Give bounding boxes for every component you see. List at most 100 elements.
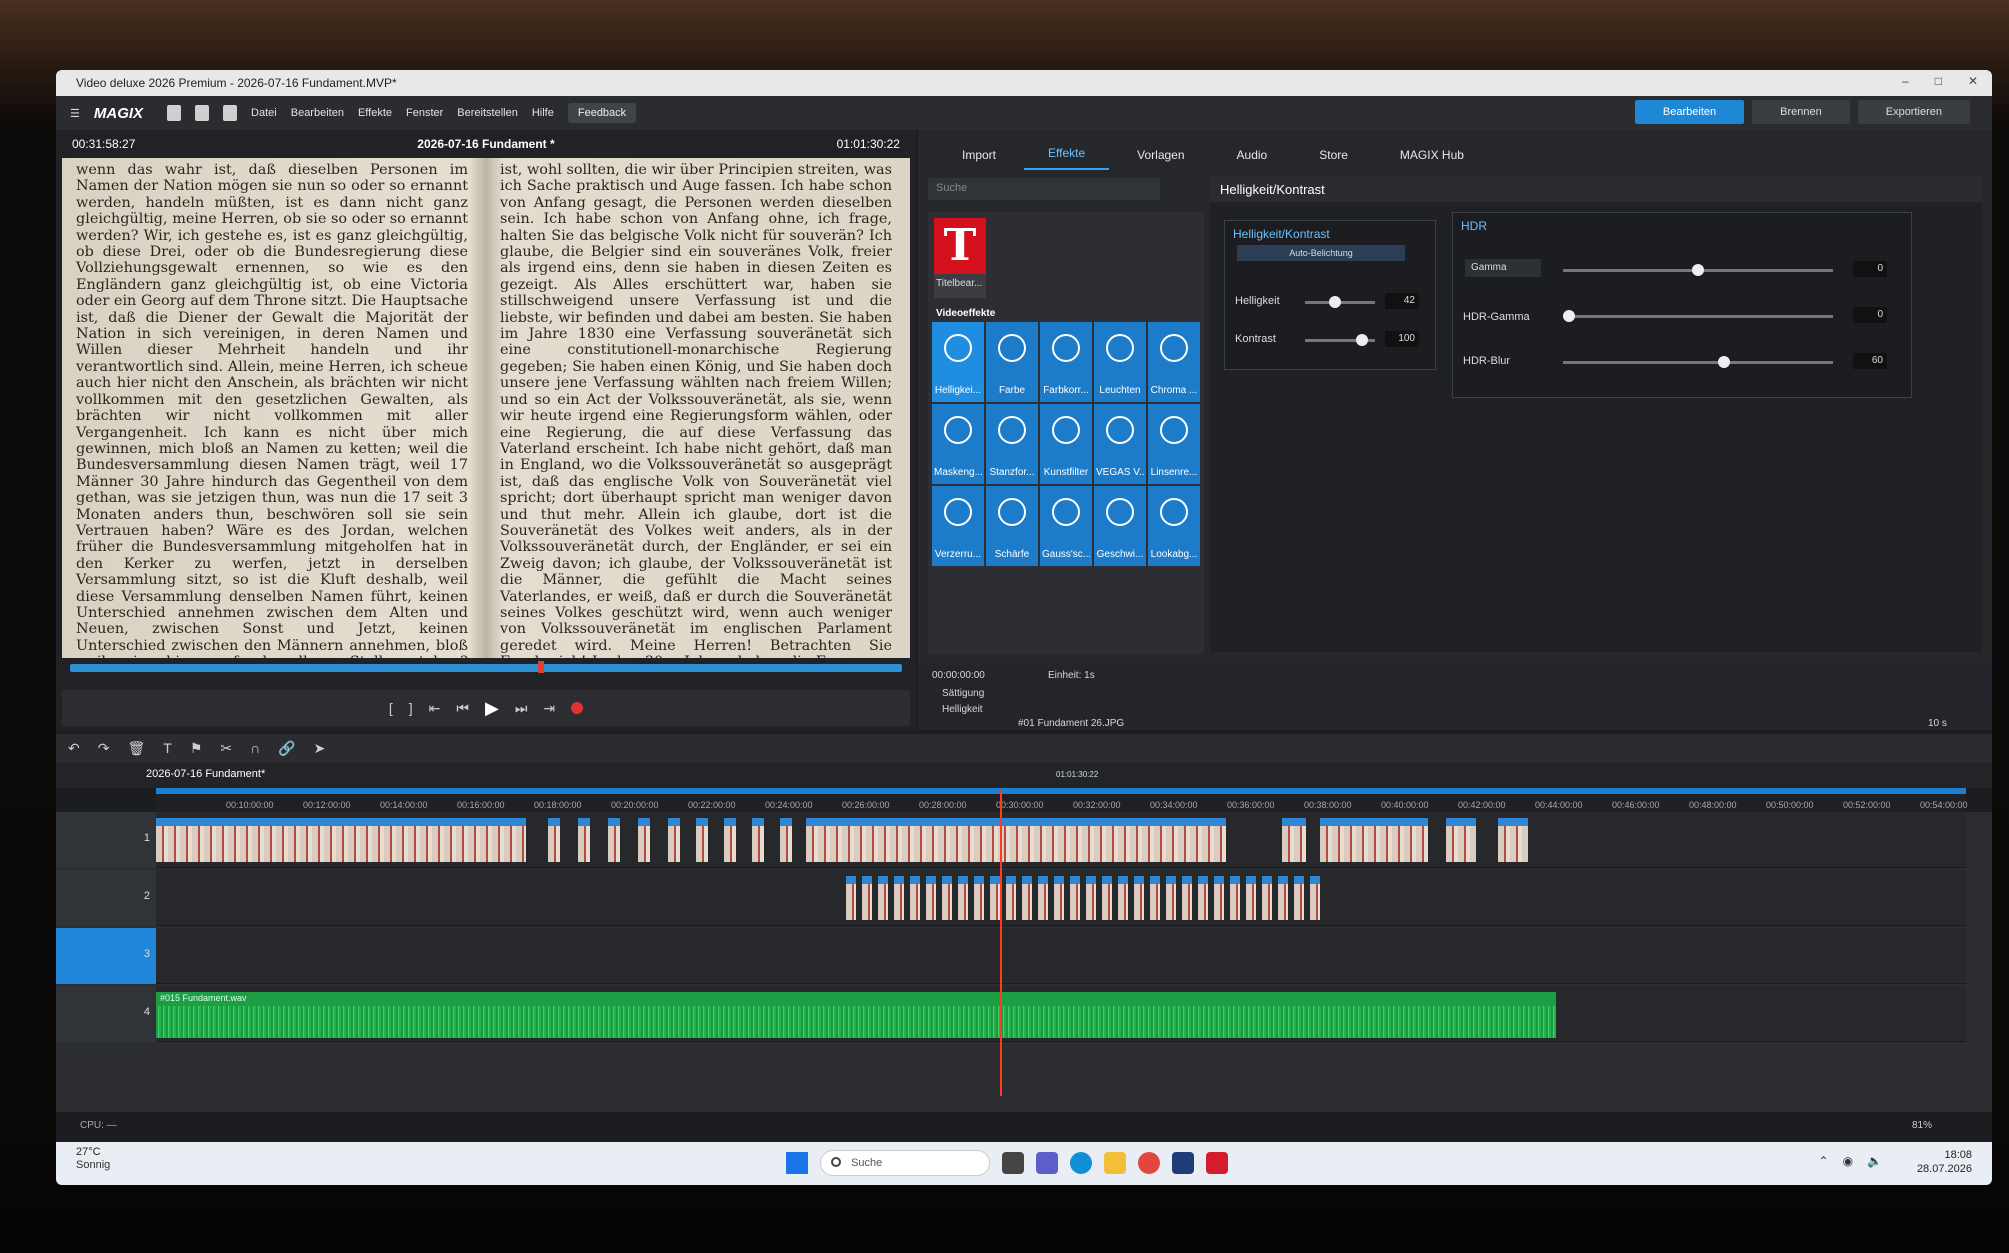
chrome-icon[interactable] — [1138, 1152, 1160, 1174]
video-clip[interactable] — [942, 876, 952, 920]
menu-fenster[interactable]: Fenster — [406, 107, 443, 119]
video-clip[interactable] — [990, 876, 1000, 920]
video-clip[interactable] — [1198, 876, 1208, 920]
menu-datei[interactable]: Datei — [251, 107, 277, 119]
in-point-icon[interactable]: [ — [389, 700, 393, 716]
track-lane-3[interactable] — [156, 928, 1966, 984]
helligkeit-value[interactable]: 42 — [1385, 293, 1419, 309]
mode-exportieren-button[interactable]: Exportieren — [1857, 100, 1970, 124]
helligkeit-slider[interactable] — [1305, 296, 1375, 308]
video-clip[interactable] — [638, 818, 650, 862]
redo-icon[interactable]: ↷ — [98, 740, 110, 757]
video-clip[interactable] — [1182, 876, 1192, 920]
hdr-blur-slider[interactable] — [1563, 356, 1833, 368]
video-clip[interactable] — [1230, 876, 1240, 920]
pointer-icon[interactable]: ➤ — [314, 740, 326, 757]
effect-tile-farbkorrektur[interactable]: Farbkorr... — [1040, 322, 1092, 402]
video-clip[interactable] — [1134, 876, 1144, 920]
tab-store[interactable]: Store — [1295, 148, 1372, 170]
video-clip[interactable] — [1278, 876, 1288, 920]
maximize-button[interactable]: □ — [1935, 74, 1942, 88]
undo-icon[interactable]: ↶ — [68, 740, 80, 757]
video-clip[interactable] — [1006, 876, 1016, 920]
minimize-button[interactable]: – — [1902, 74, 1909, 88]
go-end-icon[interactable]: ⇥ — [543, 700, 555, 717]
task-view-icon[interactable] — [1002, 1152, 1024, 1174]
track-lane-4[interactable]: #015 Fundament.wav — [156, 986, 1966, 1042]
video-clip[interactable] — [1246, 876, 1256, 920]
slider-knob[interactable] — [1356, 334, 1368, 346]
video-clip[interactable] — [806, 818, 1226, 862]
video-clip[interactable] — [668, 818, 680, 862]
video-clip[interactable] — [974, 876, 984, 920]
menu-hilfe[interactable]: Hilfe — [532, 107, 554, 119]
effect-tile-maske[interactable]: Maskeng... — [932, 404, 984, 484]
menu-effekte[interactable]: Effekte — [358, 107, 392, 119]
video-clip[interactable] — [1214, 876, 1224, 920]
track-header-3[interactable]: 3 — [56, 928, 156, 984]
title-icon[interactable]: T — [163, 740, 172, 756]
mode-bearbeiten-button[interactable]: Bearbeiten — [1634, 100, 1745, 124]
menu-bearbeiten[interactable]: Bearbeiten — [291, 107, 344, 119]
cut-icon[interactable]: ✂ — [220, 740, 232, 757]
track-lane-2[interactable] — [156, 870, 1966, 926]
tab-vorlagen[interactable]: Vorlagen — [1113, 148, 1208, 170]
track-header-2[interactable]: 2 — [56, 870, 156, 926]
video-clip[interactable] — [926, 876, 936, 920]
effect-tile-helligkeit[interactable]: Helligkei... — [932, 322, 984, 402]
hdr-blur-value[interactable]: 60 — [1853, 353, 1887, 369]
go-start-icon[interactable]: ⇤ — [429, 700, 441, 717]
video-clip[interactable] — [862, 876, 872, 920]
windows-start-icon[interactable] — [786, 1152, 808, 1174]
effect-tile-kunstfilter[interactable]: Kunstfilter — [1040, 404, 1092, 484]
menu-bereitstellen[interactable]: Bereitstellen — [457, 107, 518, 119]
timeline-zoom[interactable]: 81% — [1912, 1120, 1932, 1131]
effect-tile-farbe[interactable]: Farbe — [986, 322, 1038, 402]
video-clip[interactable] — [1498, 818, 1528, 862]
video-clip[interactable] — [1282, 818, 1306, 862]
slider-knob[interactable] — [1718, 356, 1730, 368]
delete-icon[interactable]: 🗑 — [127, 740, 145, 757]
mode-brennen-button[interactable]: Brennen — [1752, 100, 1850, 124]
tab-import[interactable]: Import — [938, 148, 1020, 170]
video-clip[interactable] — [1070, 876, 1080, 920]
gamma-select[interactable]: Gamma — [1465, 259, 1541, 277]
video-clip[interactable] — [1054, 876, 1064, 920]
video-clip[interactable] — [878, 876, 888, 920]
video-clip[interactable] — [1038, 876, 1048, 920]
link-icon[interactable]: 🔗 — [278, 740, 295, 757]
video-clip[interactable] — [1262, 876, 1272, 920]
effect-tile-stanzformen[interactable]: Stanzfor... — [986, 404, 1038, 484]
video-clip[interactable] — [1166, 876, 1176, 920]
out-point-icon[interactable]: ] — [409, 700, 413, 716]
hdr-gamma-value[interactable]: 0 — [1853, 307, 1887, 323]
effects-search-input[interactable]: Suche — [928, 178, 1160, 200]
hdr-gamma-slider[interactable] — [1563, 310, 1833, 322]
timeline-ruler[interactable]: 00:10:00:00 00:12:00:00 00:14:00:00 00:16:0… — [156, 788, 1968, 812]
tab-audio[interactable]: Audio — [1213, 148, 1292, 170]
video-clip[interactable] — [696, 818, 708, 862]
record-icon[interactable] — [571, 702, 584, 714]
edge-icon[interactable] — [1070, 1152, 1092, 1174]
clock[interactable]: 18:08 28.07.2026 — [1917, 1148, 1972, 1176]
slider-knob[interactable] — [1329, 296, 1341, 308]
effect-tile-geschwindigkeit[interactable]: Geschwi... — [1094, 486, 1146, 566]
playhead[interactable] — [1000, 790, 1002, 1096]
hdr-title[interactable]: HDR — [1461, 219, 1487, 233]
group-title[interactable]: Helligkeit/Kontrast — [1233, 227, 1330, 241]
wifi-icon[interactable]: ◉ — [1843, 1154, 1853, 1168]
magnet-icon[interactable]: ∩ — [250, 740, 260, 756]
video-clip[interactable] — [1102, 876, 1112, 920]
slider-knob[interactable] — [1692, 264, 1704, 276]
video-clip[interactable] — [1320, 818, 1428, 862]
video-clip[interactable] — [608, 818, 620, 862]
keyframe-track-helligkeit[interactable]: Helligkeit — [942, 704, 983, 715]
gamma-slider[interactable] — [1563, 264, 1833, 276]
effect-tile-gauss[interactable]: Gauss'sc... — [1040, 486, 1092, 566]
scrub-position-marker[interactable] — [538, 661, 544, 673]
effect-tile-verzerrung[interactable]: Verzerru... — [932, 486, 984, 566]
new-file-icon[interactable] — [167, 105, 182, 121]
track-header-1[interactable]: 1 — [56, 812, 156, 868]
effect-tile-vegas[interactable]: VEGAS V... — [1094, 404, 1146, 484]
track-lane-1[interactable] — [156, 812, 1966, 868]
